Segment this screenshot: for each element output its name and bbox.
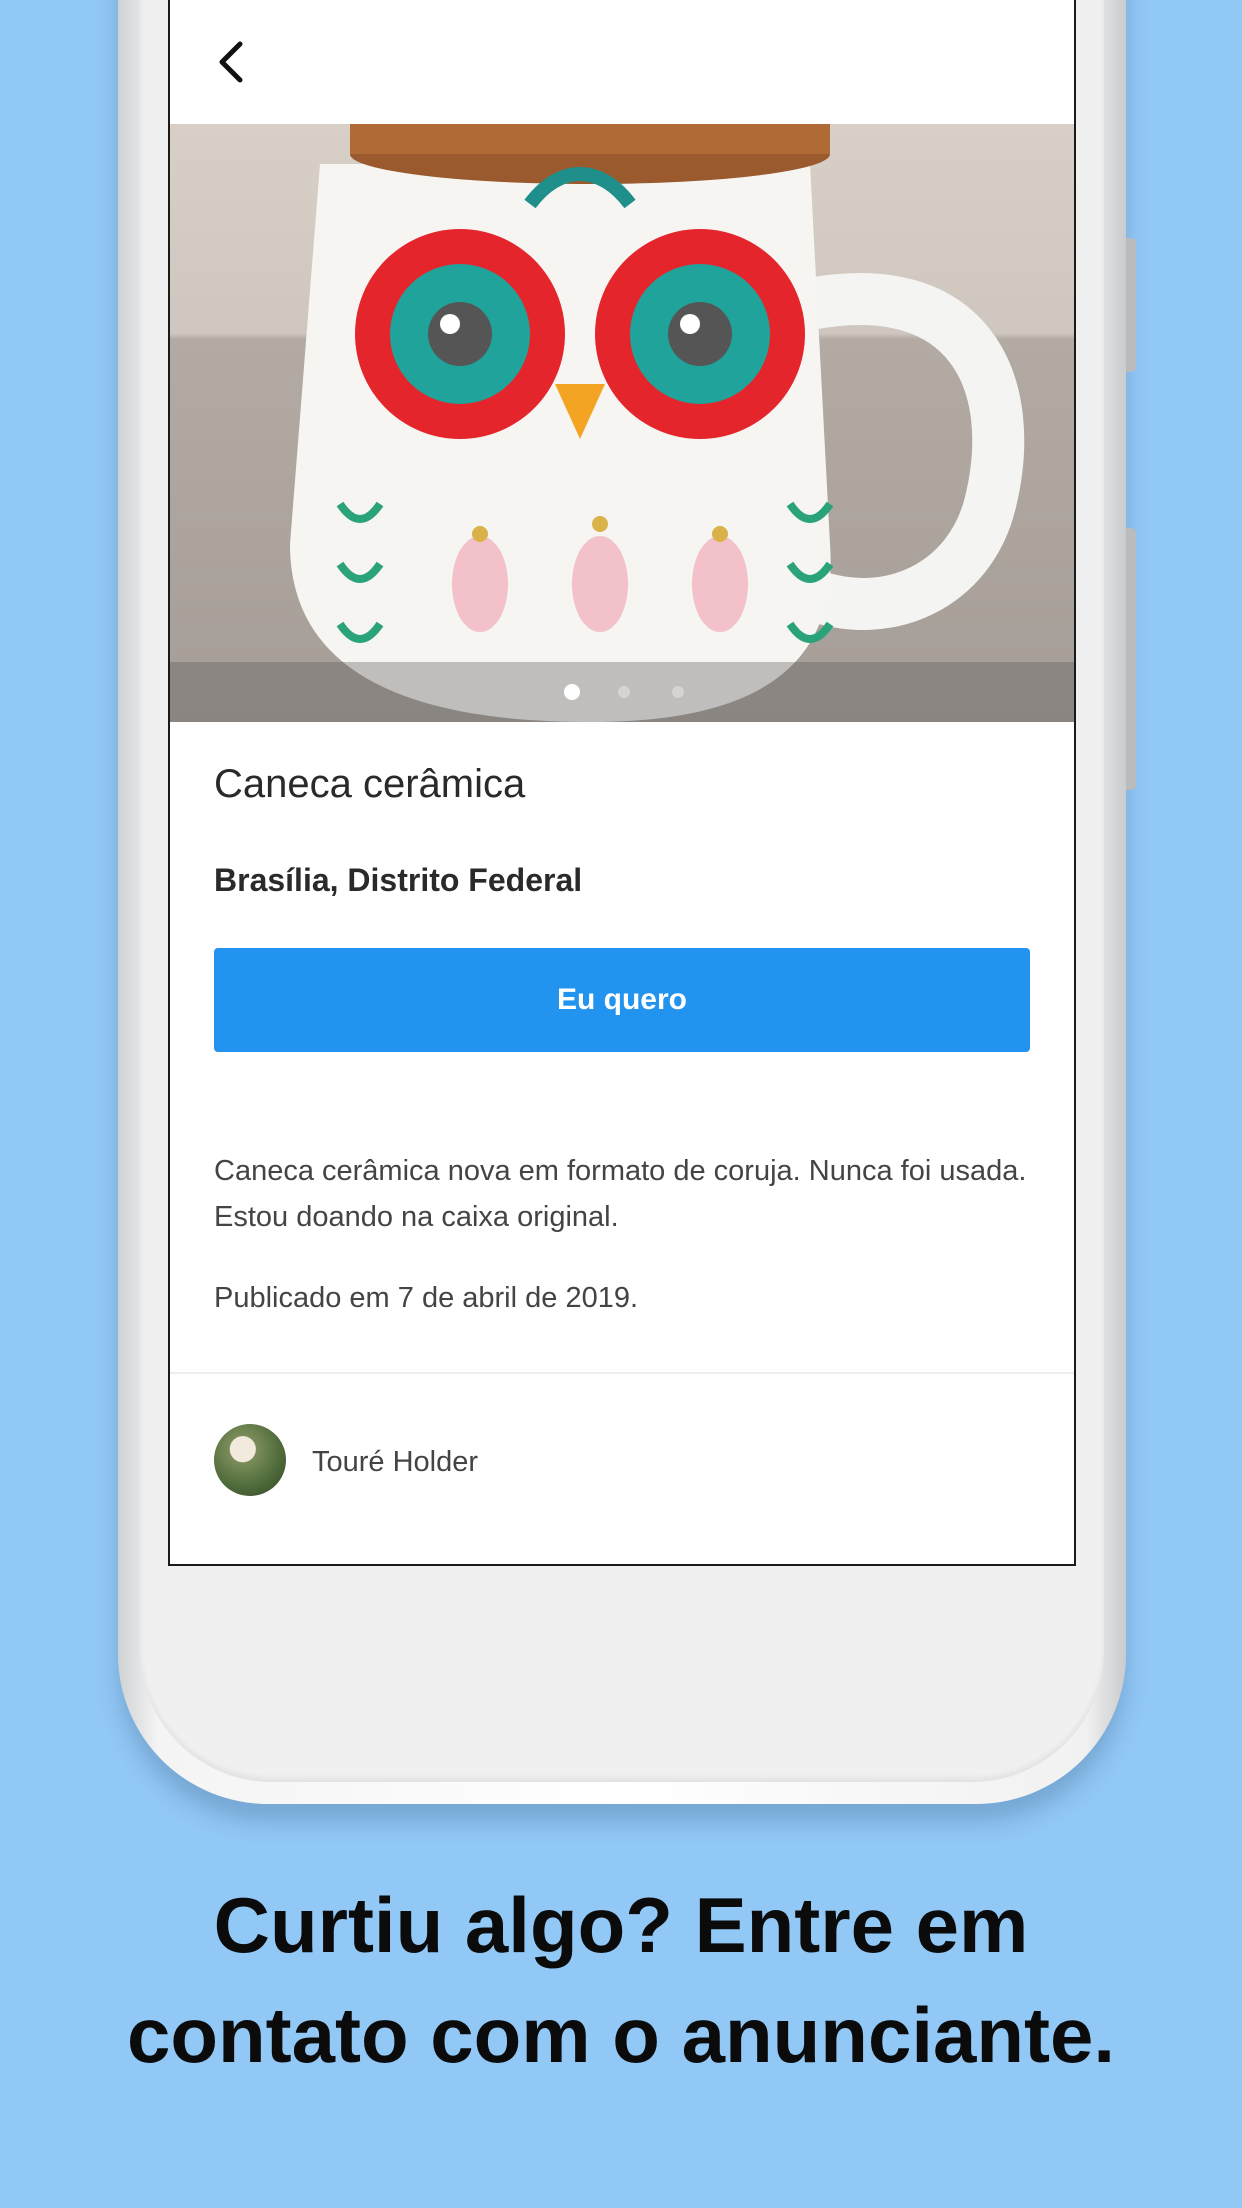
- product-description: Caneca cerâmica nova em formato de coruj…: [214, 1155, 1027, 1233]
- side-button: [1126, 528, 1136, 790]
- product-title: Caneca cerâmica: [214, 762, 526, 806]
- published-date: Publicado em 7 de abril de 2019.: [214, 1282, 639, 1314]
- app-screen: Caneca cerâmica Brasília, Distrito Feder…: [168, 0, 1076, 1566]
- pager-dot-active[interactable]: [564, 684, 580, 700]
- owl-mug-image: [290, 124, 1025, 722]
- promo-caption: Curtiu algo? Entre em contato com o anun…: [0, 1870, 1242, 2090]
- gallery-pager: [170, 662, 1074, 722]
- pager-dot[interactable]: [618, 686, 630, 698]
- chevron-left-icon: [219, 41, 243, 83]
- avatar[interactable]: [214, 1424, 286, 1496]
- back-button[interactable]: [210, 40, 254, 84]
- product-location: Brasília, Distrito Federal: [214, 862, 583, 898]
- caption-line-1: Curtiu algo? Entre em: [213, 1881, 1029, 1969]
- divider: [170, 1372, 1074, 1374]
- seller-name[interactable]: Touré Holder: [312, 1446, 478, 1479]
- product-image[interactable]: [170, 124, 1074, 722]
- pager-dot[interactable]: [672, 686, 684, 698]
- volume-button: [1126, 238, 1136, 372]
- want-button[interactable]: Eu quero: [214, 948, 1030, 1052]
- caption-line-2: contato com o anunciante.: [126, 1991, 1116, 2079]
